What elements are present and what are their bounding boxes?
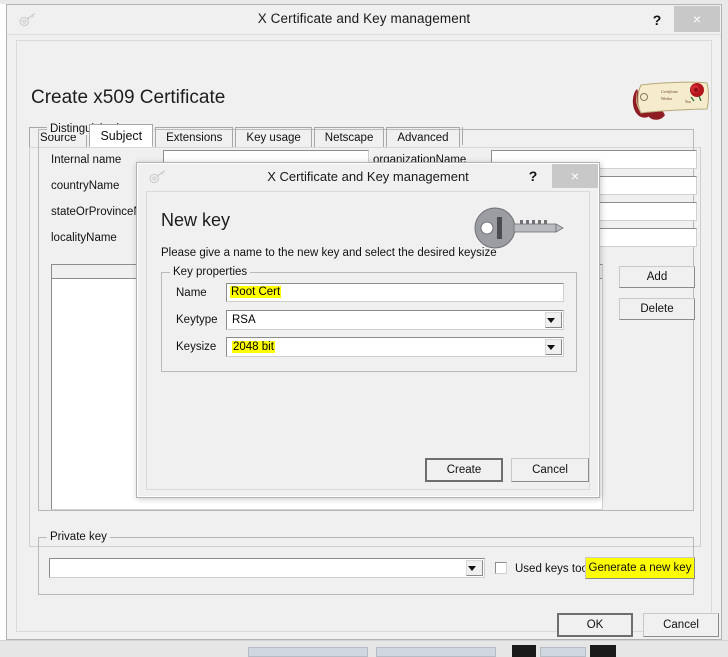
private-key-combo[interactable] (49, 558, 485, 578)
main-window-titlebar[interactable]: X Certificate and Key management ? × (7, 5, 721, 35)
taskbar-item-3[interactable] (512, 645, 536, 657)
page-title: Create x509 Certificate (31, 87, 226, 108)
taskbar-item-4[interactable] (540, 647, 586, 657)
generate-new-key-label: Generate a new key (587, 562, 693, 574)
new-key-subtitle: Please give a name to the new key and se… (161, 247, 497, 259)
certificate-scroll-icon: Certificate Wishes You (632, 81, 709, 120)
create-button[interactable]: Create (425, 458, 503, 482)
keysize-value-text: 2048 bit (232, 341, 275, 353)
screen: X Certificate and Key management ? × Cre… (0, 0, 728, 657)
large-key-icon (474, 207, 564, 249)
chevron-down-icon (468, 566, 476, 571)
keytype-combo[interactable]: RSA (226, 310, 564, 330)
tab-subject[interactable]: Subject (89, 124, 154, 147)
keysize-label: Keysize (176, 341, 217, 353)
field-label-locality-name: localityName (51, 232, 117, 244)
main-cancel-button[interactable]: Cancel (643, 613, 719, 637)
generate-new-key-button[interactable]: Generate a new key (585, 557, 695, 579)
private-key-group: Private key Used keys too Generate a new… (38, 531, 695, 595)
keysize-value: 2048 bit (232, 338, 275, 356)
new-key-dialog-titlebar[interactable]: X Certificate and Key management ? × (137, 163, 599, 191)
svg-text:You: You (685, 99, 691, 104)
new-key-dialog: X Certificate and Key management ? × New… (136, 162, 600, 498)
chevron-down-icon (547, 318, 555, 323)
dialog-cancel-button[interactable]: Cancel (511, 458, 589, 482)
used-keys-checkbox[interactable] (495, 562, 507, 574)
private-key-label: Private key (47, 531, 110, 543)
keytype-value: RSA (232, 314, 256, 326)
taskbar-item-1[interactable] (248, 647, 368, 657)
field-label-internal-name: Internal name (51, 154, 122, 166)
svg-text:Wishes: Wishes (661, 96, 673, 101)
name-input[interactable]: Root Cert (226, 283, 564, 302)
add-button[interactable]: Add (619, 266, 695, 288)
help-button[interactable]: ? (645, 8, 669, 32)
key-properties-label: Key properties (170, 266, 251, 278)
keytype-label: Keytype (176, 314, 218, 326)
used-keys-label: Used keys too (515, 563, 588, 575)
dialog-help-button[interactable]: ? (521, 164, 545, 188)
new-key-dialog-body: New key Please give a name to the new ke… (146, 191, 590, 490)
svg-text:Certificate: Certificate (661, 89, 678, 94)
key-properties-group: Key properties Name Root Cert Keytype RS… (161, 266, 577, 372)
new-key-heading: New key (161, 210, 231, 230)
desktop-background-right (722, 0, 728, 645)
taskbar-item-2[interactable] (376, 647, 496, 657)
dialog-close-button[interactable]: × (552, 164, 598, 188)
main-window-title: X Certificate and Key management (257, 11, 471, 26)
name-label: Name (176, 287, 207, 299)
taskbar (0, 640, 728, 657)
taskbar-item-5[interactable] (590, 645, 616, 657)
name-input-value: Root Cert (230, 286, 282, 298)
delete-button[interactable]: Delete (619, 298, 695, 320)
chevron-down-icon (547, 345, 555, 350)
ok-button[interactable]: OK (557, 613, 633, 637)
keysize-combo-button[interactable] (545, 339, 562, 355)
field-label-country-name: countryName (51, 180, 120, 192)
close-button[interactable]: × (674, 6, 720, 32)
keytype-combo-button[interactable] (545, 312, 562, 328)
private-key-combo-button[interactable] (466, 560, 483, 576)
keysize-combo[interactable]: 2048 bit (226, 337, 564, 357)
